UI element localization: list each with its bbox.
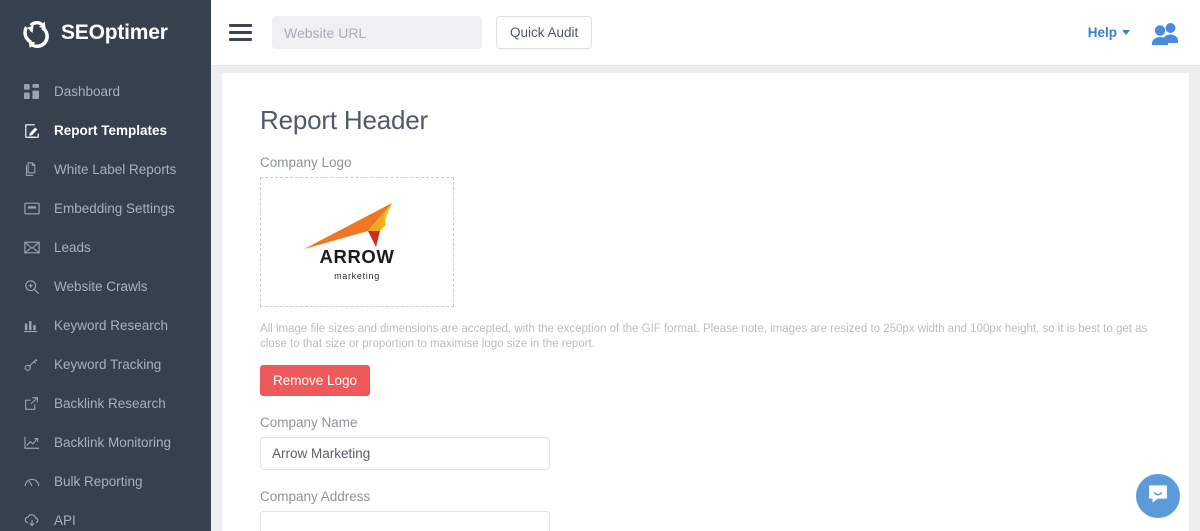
line-chart-icon (23, 434, 40, 451)
sidebar-item-backlink-monitoring[interactable]: Backlink Monitoring (0, 423, 211, 462)
company-address-label: Company Address (260, 489, 371, 504)
sidebar-item-label: Embedding Settings (54, 201, 175, 216)
sidebar-item-keyword-tracking[interactable]: Keyword Tracking (0, 345, 211, 384)
topbar-right-group: Help (1088, 21, 1180, 45)
sidebar-item-website-crawls[interactable]: Website Crawls (0, 267, 211, 306)
gear-arrows-icon (22, 18, 52, 48)
sidebar-item-label: Keyword Tracking (54, 357, 162, 372)
sidebar-item-api[interactable]: API (0, 501, 211, 531)
users-icon[interactable] (1150, 21, 1180, 45)
hamburger-bar (229, 31, 252, 34)
company-name-input[interactable] (260, 437, 550, 470)
website-url-input[interactable] (272, 16, 482, 49)
logo-brand-word: ARROW (319, 246, 395, 267)
sidebar-item-label: Leads (54, 240, 91, 255)
quick-audit-button[interactable]: Quick Audit (496, 16, 593, 49)
help-label: Help (1087, 25, 1117, 40)
sidebar-item-label: API (54, 513, 76, 528)
external-link-icon (23, 395, 40, 412)
content-area: Report Header Company Logo ARROW marketi… (211, 66, 1200, 531)
pencil-square-icon (23, 122, 40, 139)
sidebar-item-label: Dashboard (54, 84, 121, 99)
report-header-card: Report Header Company Logo ARROW marketi… (222, 73, 1189, 531)
sidebar-item-dashboard[interactable]: Dashboard (0, 72, 211, 111)
embed-card-icon (23, 200, 40, 217)
hamburger-icon[interactable] (229, 22, 253, 44)
chat-launcher-button[interactable] (1136, 474, 1180, 518)
company-name-label: Company Name (260, 415, 358, 430)
page-title: Report Header (260, 105, 428, 135)
sidebar: SEOptimer Dashboard Report Templates Whi… (0, 0, 211, 531)
cloud-download-icon (23, 512, 40, 529)
sidebar-item-embedding-settings[interactable]: Embedding Settings (0, 189, 211, 228)
top-navbar: Quick Audit Help (211, 0, 1200, 66)
gauge-icon (23, 473, 40, 490)
sidebar-item-label: Backlink Monitoring (54, 435, 172, 450)
sidebar-item-leads[interactable]: Leads (0, 228, 211, 267)
sidebar-item-backlink-research[interactable]: Backlink Research (0, 384, 211, 423)
caret-down-icon (1122, 30, 1130, 35)
company-logo-label: Company Logo (260, 155, 352, 170)
company-logo-dropzone[interactable]: ARROW marketing (260, 177, 454, 307)
logo-help-text: All image file sizes and dimensions are … (260, 323, 1148, 350)
logo-brand-sub: marketing (334, 271, 380, 281)
help-dropdown[interactable]: Help (1088, 25, 1130, 40)
brand-name: SEOptimer (61, 21, 168, 44)
sidebar-item-label: White Label Reports (54, 162, 177, 177)
bar-chart-icon (23, 317, 40, 334)
app-root: SEOptimer Dashboard Report Templates Whi… (0, 0, 1200, 531)
sidebar-nav: Dashboard Report Templates White Label R… (0, 66, 211, 531)
key-icon (23, 356, 40, 373)
envelope-icon (23, 239, 40, 256)
sidebar-item-label: Keyword Research (54, 318, 169, 333)
copy-pages-icon (23, 161, 40, 178)
sidebar-item-label: Backlink Research (54, 396, 166, 411)
sidebar-item-label: Bulk Reporting (54, 474, 143, 489)
arrow-marketing-logo: ARROW marketing (296, 199, 418, 285)
sidebar-item-label: Website Crawls (54, 279, 148, 294)
sidebar-item-keyword-research[interactable]: Keyword Research (0, 306, 211, 345)
remove-logo-button[interactable]: Remove Logo (260, 365, 371, 396)
sidebar-item-bulk-reporting[interactable]: Bulk Reporting (0, 462, 211, 501)
brand-logo[interactable]: SEOptimer (0, 0, 211, 66)
hamburger-bar (229, 24, 252, 27)
hamburger-bar (229, 38, 252, 41)
sidebar-item-report-templates[interactable]: Report Templates (0, 111, 211, 150)
grid-icon (23, 83, 40, 100)
sidebar-item-white-label-reports[interactable]: White Label Reports (0, 150, 211, 189)
company-address-input[interactable] (260, 511, 550, 531)
magnifier-plus-icon (23, 278, 40, 295)
sidebar-item-label: Report Templates (54, 123, 168, 138)
chat-bubble-icon (1147, 483, 1169, 510)
